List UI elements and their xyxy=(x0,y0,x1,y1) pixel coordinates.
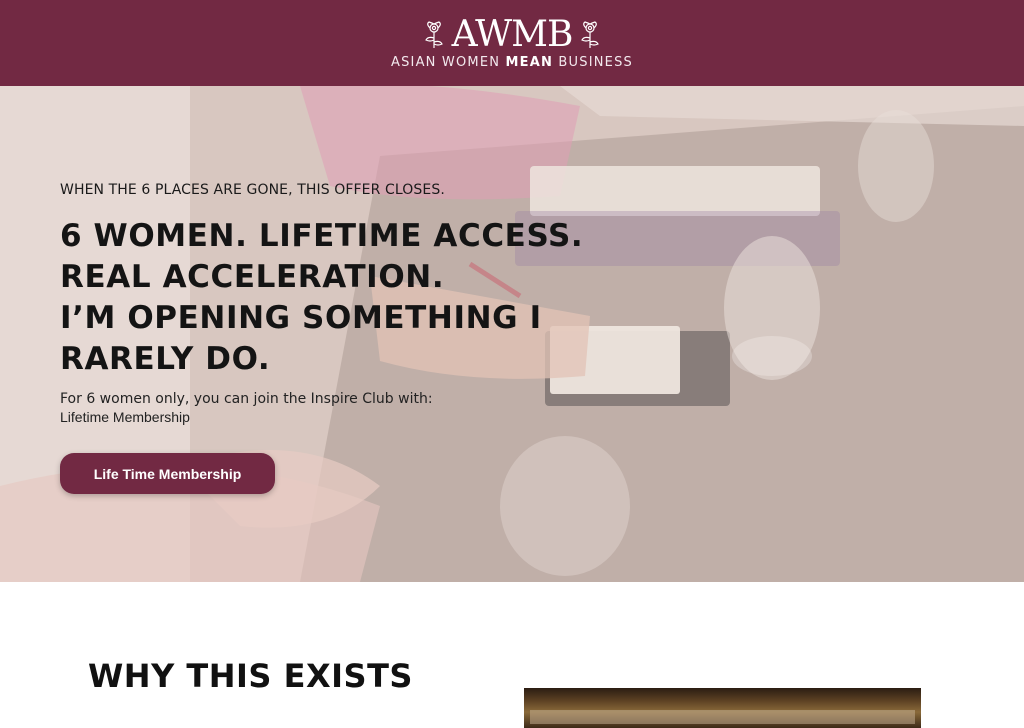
logo[interactable]: AWMB xyxy=(422,16,603,54)
logo-text: AWMB xyxy=(451,14,574,55)
hero-subtext: For 6 women only, you can join the Inspi… xyxy=(60,391,433,407)
flower-left-icon xyxy=(424,21,443,48)
headline-line: I’M OPENING SOMETHING I xyxy=(60,300,542,336)
logo-tagline: ASIAN WOMEN MEAN BUSINESS xyxy=(391,55,633,70)
headline-line: RARELY DO. xyxy=(60,341,271,377)
site-header: AWMB ASIAN WOMEN MEAN BUSINESS xyxy=(0,0,1024,86)
flower-right-icon xyxy=(581,21,600,48)
headline-line: 6 WOMEN. LIFETIME ACCESS. xyxy=(60,218,584,254)
why-this-exists-title: WHY THIS EXISTS xyxy=(88,657,413,695)
hero-subtext-item: Lifetime Membership xyxy=(60,409,190,425)
hero-content: WHEN THE 6 PLACES ARE GONE, THIS OFFER C… xyxy=(60,182,680,425)
video-thumbnail[interactable] xyxy=(524,688,921,728)
headline-line: REAL ACCELERATION. xyxy=(60,259,445,295)
hero-eyebrow: WHEN THE 6 PLACES ARE GONE, THIS OFFER C… xyxy=(60,182,445,198)
lifetime-membership-button[interactable]: Life Time Membership xyxy=(60,453,275,494)
hero-headline: 6 WOMEN. LIFETIME ACCESS. REAL ACCELERAT… xyxy=(60,216,680,380)
hero-section: WHEN THE 6 PLACES ARE GONE, THIS OFFER C… xyxy=(0,86,1024,582)
video-thumbnail-frame xyxy=(530,710,915,724)
